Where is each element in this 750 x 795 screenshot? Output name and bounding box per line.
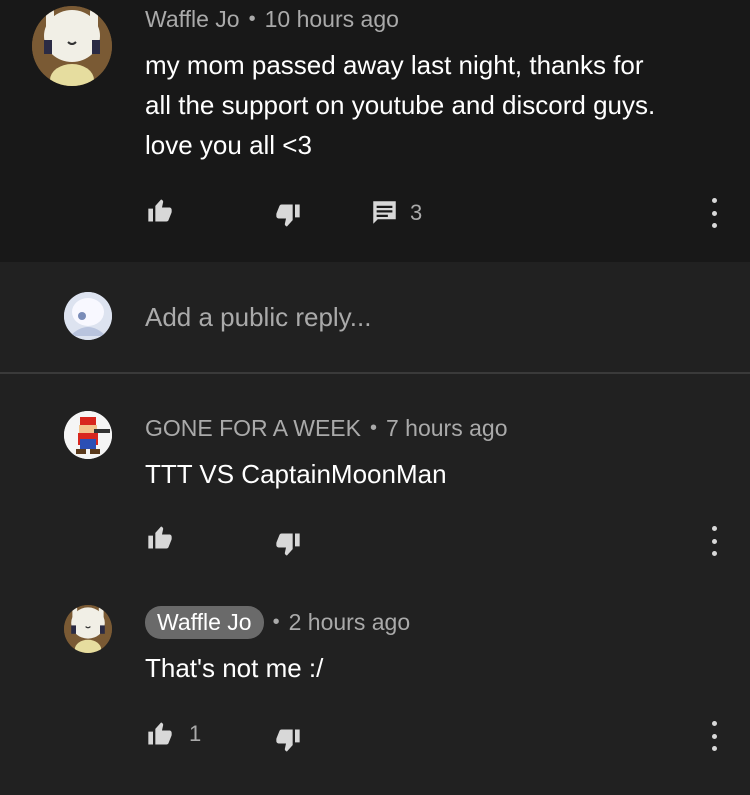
avatar (64, 292, 112, 340)
mario-avatar-icon (64, 411, 112, 459)
dislike-button[interactable] (273, 726, 303, 754)
thumbs-up-icon (148, 526, 172, 549)
thumbs-down-icon (276, 204, 300, 227)
like-count: 1 (189, 721, 202, 746)
comment-meta: Waffle Jo • 2 hours ago (145, 606, 410, 639)
reply-count: 3 (410, 199, 423, 225)
comment-time: 10 hours ago (264, 6, 399, 32)
author-name[interactable]: Waffle Jo (145, 6, 240, 33)
comment-meta: Waffle Jo • 10 hours ago (145, 6, 399, 33)
waffle-avatar-icon (64, 605, 112, 653)
comment-text-line: all the support on youtube and discord g… (145, 90, 656, 120)
comment-text: my mom passed away last night, thanks fo… (145, 45, 725, 165)
more-vert-icon (711, 526, 717, 531)
thumbs-down-icon (276, 533, 300, 556)
creator-author-chip[interactable]: Waffle Jo (145, 606, 264, 639)
comment-time: 2 hours ago (288, 609, 411, 635)
reply-input-bar: Add a public reply... (0, 262, 750, 374)
avatar[interactable] (64, 605, 112, 653)
avatar[interactable] (32, 6, 112, 86)
more-vert-icon (711, 198, 717, 203)
comment-text-line: my mom passed away last night, thanks fo… (145, 50, 644, 80)
thumbs-up-icon (148, 199, 172, 222)
like-button[interactable] (145, 524, 175, 552)
like-button[interactable] (145, 197, 175, 225)
avatar[interactable] (64, 411, 112, 459)
comment-text: TTT VS CaptainMoonMan (145, 459, 447, 489)
dislike-button[interactable] (273, 530, 303, 558)
waffle-avatar-icon (32, 6, 112, 86)
more-vert-icon (711, 721, 717, 726)
separator: • (272, 611, 280, 633)
more-options-button[interactable] (704, 198, 724, 228)
reply-input[interactable]: Add a public reply... (145, 302, 371, 333)
author-name[interactable]: GONE FOR A WEEK (145, 415, 361, 442)
comment-text: That's not me :/ (145, 653, 324, 683)
comment-text-line: love you all <3 (145, 130, 312, 160)
like-button[interactable]: 1 (145, 720, 201, 748)
more-options-button[interactable] (704, 526, 724, 556)
user-avatar-icon (64, 292, 112, 340)
comment-icon (373, 201, 396, 224)
more-options-button[interactable] (704, 721, 724, 751)
separator: • (248, 8, 256, 30)
dislike-button[interactable] (273, 201, 303, 229)
highlighted-comment: Waffle Jo • 10 hours ago my mom passed a… (0, 0, 750, 262)
thumbs-down-icon (276, 729, 300, 752)
replies-button[interactable]: 3 (371, 199, 422, 226)
comment-time: 7 hours ago (386, 415, 508, 441)
comment-meta: GONE FOR A WEEK • 7 hours ago (145, 415, 507, 442)
thumbs-up-icon (148, 722, 172, 745)
separator: • (369, 417, 377, 439)
